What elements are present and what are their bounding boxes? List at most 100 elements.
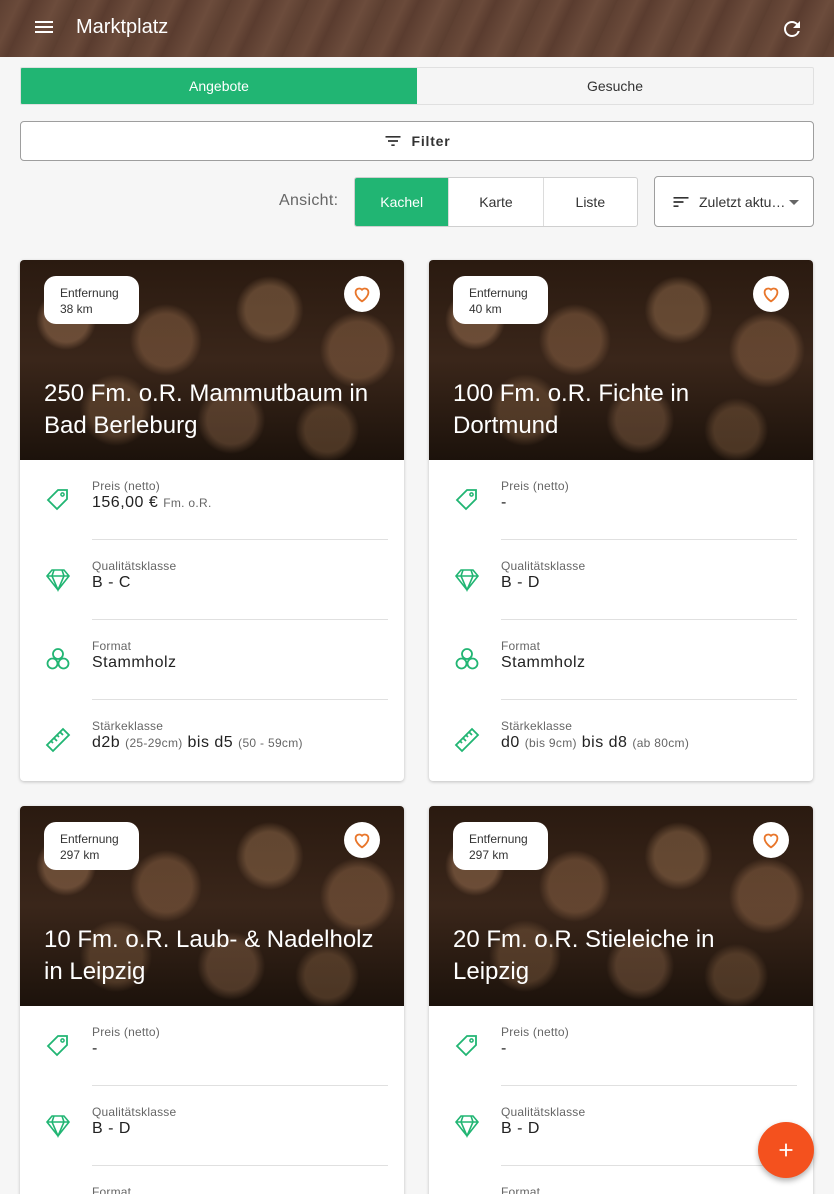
filter-button[interactable]: Filter bbox=[20, 121, 814, 161]
sort-label: Zuletzt aktu… bbox=[699, 193, 786, 210]
listing-title: 100 Fm. o.R. Fichte in Dortmund bbox=[453, 380, 690, 439]
price-row: Preis (netto) - bbox=[455, 1006, 797, 1086]
view-toggle: Kachel Karte Liste bbox=[354, 177, 638, 227]
diamond-icon bbox=[45, 1115, 71, 1139]
format-value: Stammholz bbox=[92, 654, 177, 671]
distance-value: 38 km bbox=[60, 302, 93, 316]
quality-label: Qualitätsklasse bbox=[501, 559, 586, 573]
price-row: Preis (netto) - bbox=[455, 460, 797, 540]
price-tag-icon bbox=[46, 1035, 68, 1057]
offer-request-tabs: Angebote Gesuche bbox=[20, 67, 814, 105]
distance-label: Entfernung bbox=[469, 286, 528, 300]
favorite-button[interactable] bbox=[753, 822, 789, 858]
listing-title: 10 Fm. o.R. Laub- & Nadelholz in Leipzig bbox=[44, 926, 374, 985]
strength-from-range: (bis 9cm) bbox=[524, 736, 577, 750]
format-label: Format bbox=[501, 1185, 541, 1194]
quality-value: B - D bbox=[501, 574, 540, 591]
strength-to-range: (ab 80cm) bbox=[632, 736, 690, 750]
strength-to-range: (50 - 59cm) bbox=[238, 736, 303, 750]
format-row: Format bbox=[92, 1166, 388, 1194]
quality-row: Qualitätsklasse B - D bbox=[454, 540, 797, 620]
distance-label: Entfernung bbox=[60, 832, 119, 846]
tab-gesuche[interactable]: Gesuche bbox=[417, 68, 813, 104]
sort-icon bbox=[673, 196, 689, 207]
distance-label: Entfernung bbox=[469, 832, 528, 846]
logs-icon bbox=[455, 648, 479, 670]
price-row: Preis (netto) 156,00 € Fm. o.R. bbox=[46, 460, 388, 540]
price-label: Preis (netto) bbox=[501, 479, 569, 493]
distance-badge: Entfernung 40 km bbox=[453, 276, 548, 324]
tab-angebote[interactable]: Angebote bbox=[21, 68, 417, 104]
price-value: - bbox=[92, 1040, 98, 1057]
strength-to: d5 bbox=[214, 734, 234, 751]
listing-image: Entfernung 40 km 100 Fm. o.R. Fichte in … bbox=[429, 260, 813, 460]
listing-image: Entfernung 297 km 10 Fm. o.R. Laub- & Na… bbox=[20, 806, 404, 1006]
quality-value: B - D bbox=[501, 1120, 540, 1137]
strength-row: Stärkeklasse d2b (25-29cm) bis d5 (50 - … bbox=[45, 700, 388, 780]
diamond-icon bbox=[45, 569, 71, 593]
price-value: 156,00 € bbox=[92, 494, 159, 511]
price-value: - bbox=[501, 494, 507, 511]
sort-select[interactable]: Zuletzt aktu… bbox=[654, 176, 814, 227]
strength-label: Stärkeklasse bbox=[501, 719, 573, 733]
price-tag-icon bbox=[455, 489, 477, 511]
refresh-icon[interactable] bbox=[780, 17, 804, 41]
listing-card[interactable]: Entfernung 297 km 20 Fm. o.R. Stieleiche… bbox=[429, 806, 813, 1194]
add-listing-button[interactable] bbox=[758, 1122, 814, 1178]
strength-separator: bis bbox=[581, 734, 604, 751]
ruler-icon bbox=[45, 727, 71, 753]
strength-separator: bis bbox=[187, 734, 210, 751]
quality-label: Qualitätsklasse bbox=[92, 559, 177, 573]
quality-value: B - C bbox=[92, 574, 131, 591]
distance-value: 40 km bbox=[469, 302, 502, 316]
price-value: - bbox=[501, 1040, 507, 1057]
heart-icon bbox=[763, 833, 779, 849]
strength-from: d2b bbox=[92, 734, 121, 751]
format-label: Format bbox=[501, 639, 541, 653]
format-row: Format bbox=[501, 1166, 797, 1194]
price-label: Preis (netto) bbox=[92, 1025, 160, 1039]
distance-label: Entfernung bbox=[60, 286, 119, 300]
distance-badge: Entfernung 297 km bbox=[44, 822, 139, 870]
quality-label: Qualitätsklasse bbox=[92, 1105, 177, 1119]
view-karte-button[interactable]: Karte bbox=[448, 178, 542, 226]
heart-icon bbox=[354, 287, 370, 303]
view-kachel-button[interactable]: Kachel bbox=[355, 178, 449, 226]
strength-label: Stärkeklasse bbox=[92, 719, 164, 733]
distance-badge: Entfernung 38 km bbox=[44, 276, 139, 324]
format-label: Format bbox=[92, 1185, 132, 1194]
favorite-button[interactable] bbox=[753, 276, 789, 312]
menu-icon[interactable] bbox=[32, 18, 56, 40]
price-tag-icon bbox=[455, 1035, 477, 1057]
quality-label: Qualitätsklasse bbox=[501, 1105, 586, 1119]
strength-from-range: (25-29cm) bbox=[125, 736, 183, 750]
price-row: Preis (netto) - bbox=[46, 1006, 388, 1086]
page-title: Marktplatz bbox=[76, 16, 169, 38]
listing-image: Entfernung 297 km 20 Fm. o.R. Stieleiche… bbox=[429, 806, 813, 1006]
favorite-button[interactable] bbox=[344, 276, 380, 312]
strength-to: d8 bbox=[608, 734, 628, 751]
listing-card[interactable]: Entfernung 40 km 100 Fm. o.R. Fichte in … bbox=[429, 260, 813, 781]
chevron-down-icon bbox=[789, 200, 799, 205]
format-value: Stammholz bbox=[501, 654, 586, 671]
price-label: Preis (netto) bbox=[92, 479, 160, 493]
view-liste-button[interactable]: Liste bbox=[542, 178, 637, 226]
diamond-icon bbox=[454, 569, 480, 593]
price-tag-icon bbox=[46, 489, 68, 511]
listing-card[interactable]: Entfernung 38 km 250 Fm. o.R. Mammutbaum… bbox=[20, 260, 404, 781]
favorite-button[interactable] bbox=[344, 822, 380, 858]
heart-icon bbox=[763, 287, 779, 303]
format-row: Format Stammholz bbox=[46, 620, 388, 700]
view-label: Ansicht: bbox=[279, 192, 339, 209]
listing-card[interactable]: Entfernung 297 km 10 Fm. o.R. Laub- & Na… bbox=[20, 806, 404, 1194]
filter-label: Filter bbox=[411, 133, 451, 149]
distance-value: 297 km bbox=[60, 848, 100, 862]
listing-title: 20 Fm. o.R. Stieleiche in Leipzig bbox=[453, 926, 715, 985]
listing-image: Entfernung 38 km 250 Fm. o.R. Mammutbaum… bbox=[20, 260, 404, 460]
strength-from: d0 bbox=[501, 734, 520, 751]
price-label: Preis (netto) bbox=[501, 1025, 569, 1039]
quality-row: Qualitätsklasse B - D bbox=[454, 1086, 797, 1166]
strength-row: Stärkeklasse d0 (bis 9cm) bis d8 (ab 80c… bbox=[454, 700, 797, 780]
distance-value: 297 km bbox=[469, 848, 509, 862]
distance-badge: Entfernung 297 km bbox=[453, 822, 548, 870]
